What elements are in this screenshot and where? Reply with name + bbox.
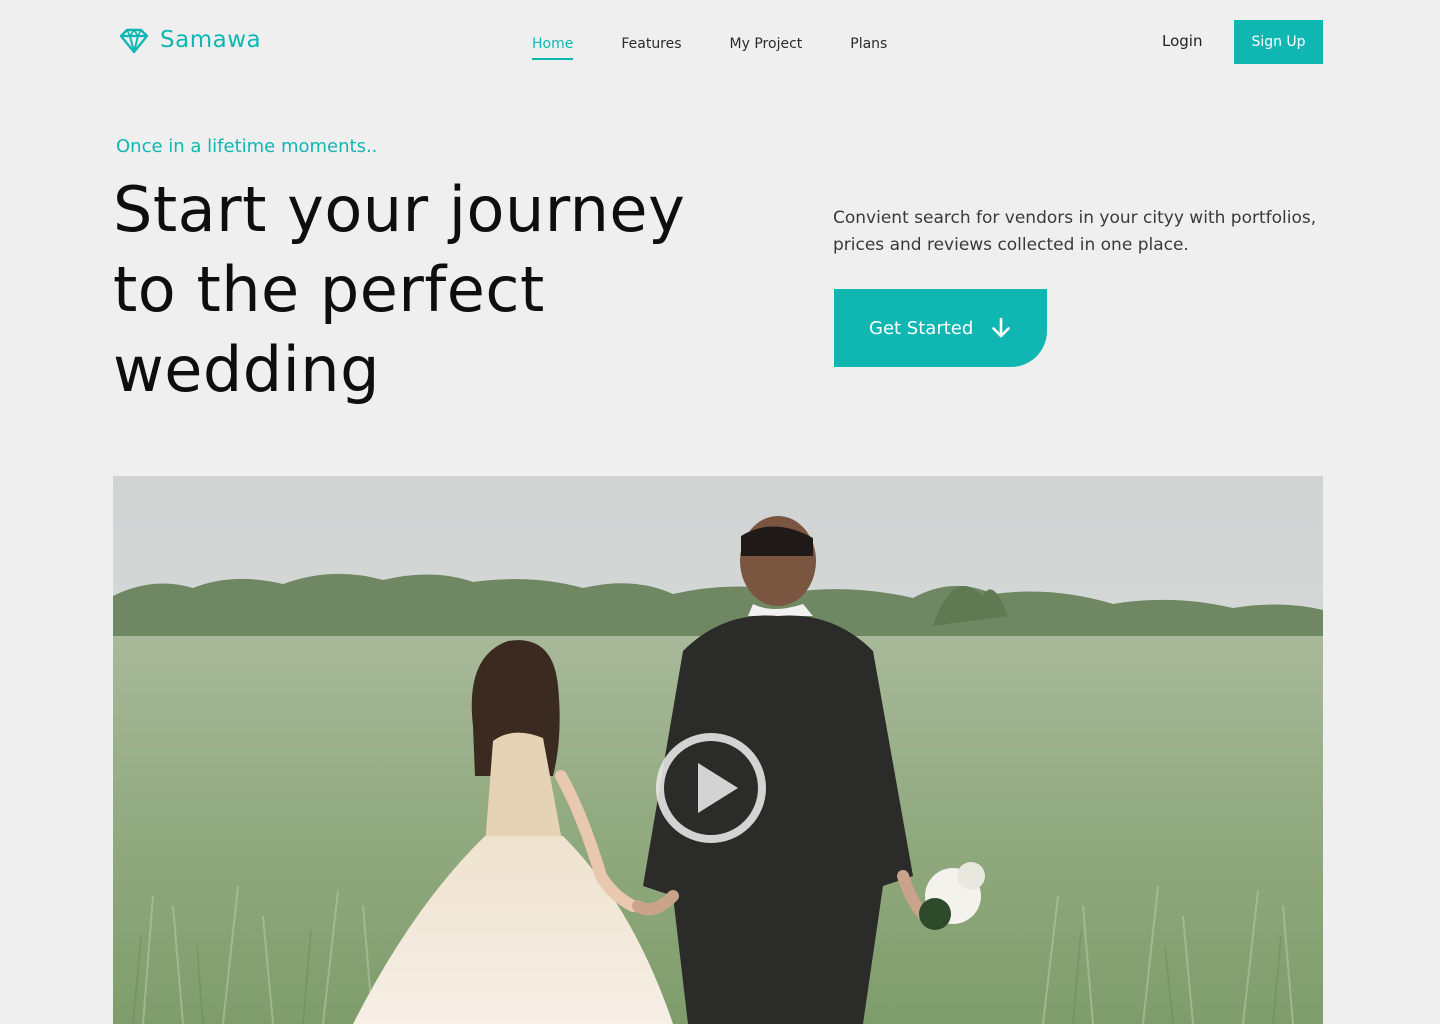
brand-logo[interactable]: Samawa (118, 24, 261, 56)
brand-name: Samawa (160, 27, 262, 53)
hero-title-line: wedding (113, 333, 380, 406)
arrow-down-icon (989, 316, 1013, 340)
get-started-label: Get Started (869, 317, 974, 339)
play-button[interactable] (654, 731, 768, 845)
nav-item-home[interactable]: Home (532, 36, 574, 60)
main-nav: Home Features My Project Plans (532, 36, 887, 60)
signup-button[interactable]: Sign Up (1234, 20, 1323, 64)
nav-item-my-project[interactable]: My Project (730, 36, 803, 60)
nav-item-plans[interactable]: Plans (850, 36, 887, 60)
get-started-button[interactable]: Get Started (834, 289, 1047, 367)
hero-title-line: Start your journey (113, 173, 686, 246)
landing-page: Samawa Home Features My Project Plans Lo… (0, 0, 1440, 1024)
hero-title: Start your journey to the perfect weddin… (113, 170, 753, 410)
nav-item-features[interactable]: Features (621, 36, 681, 60)
hero-eyebrow: Once in a lifetime moments.. (116, 136, 378, 157)
play-icon (656, 733, 766, 843)
hero-description: Convient search for vendors in your city… (833, 208, 1317, 255)
login-link[interactable]: Login (1162, 32, 1202, 50)
hero-title-line: to the perfect (113, 253, 545, 326)
diamond-icon (118, 24, 150, 56)
video-thumbnail[interactable] (113, 476, 1323, 1024)
